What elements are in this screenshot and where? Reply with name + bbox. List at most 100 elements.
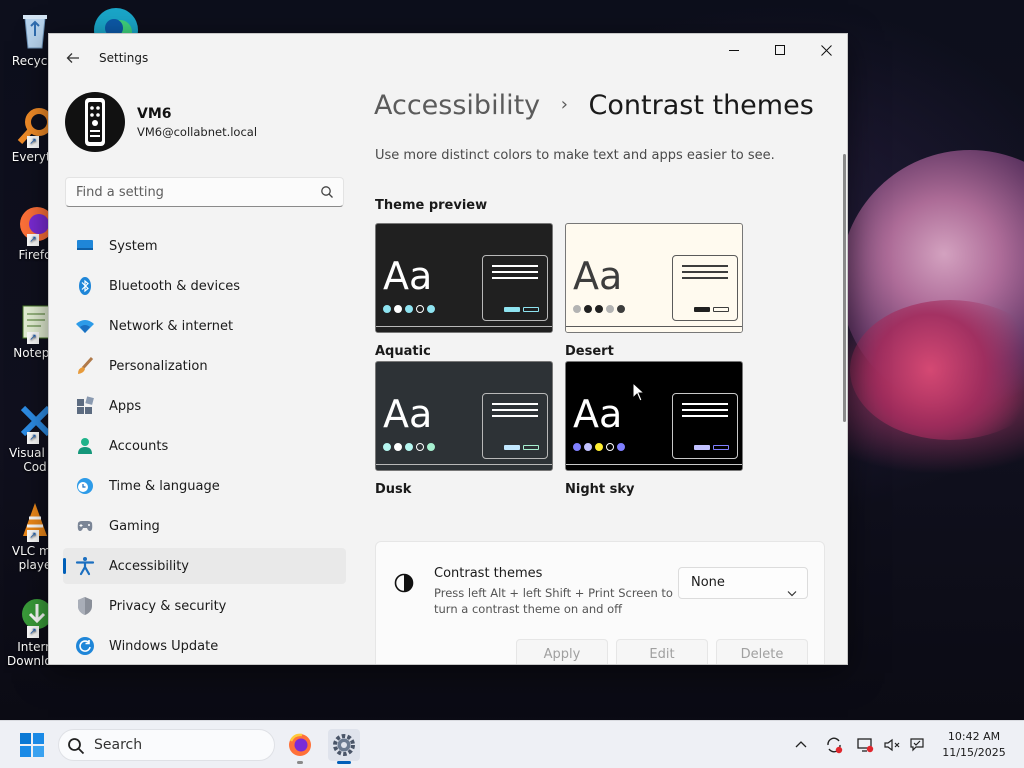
apply-button[interactable]: Apply (516, 639, 608, 664)
taskbar-firefox[interactable] (284, 729, 316, 764)
preview-text-line (492, 409, 538, 411)
color-swatch (416, 305, 424, 313)
chevron-up-icon[interactable] (795, 736, 807, 755)
color-swatch (405, 443, 413, 451)
page-title: Contrast themes (588, 90, 814, 121)
shortcut-arrow-icon: ↗ (27, 332, 39, 344)
sidebar-item-time-language[interactable]: Time & language (63, 468, 346, 504)
active-window-indicator (337, 761, 351, 764)
sidebar-item-label: Gaming (109, 518, 160, 534)
profile-name: VM6 (137, 106, 172, 122)
sidebar-item-system[interactable]: System (63, 228, 346, 264)
sidebar-item-label: Accounts (109, 438, 169, 454)
apps-icon (75, 396, 95, 416)
theme-preview-dusk[interactable]: Aa (375, 361, 553, 471)
close-button[interactable] (803, 34, 847, 66)
notification-chat-icon[interactable] (909, 736, 927, 758)
bluetooth-icon (75, 276, 95, 296)
contrast-theme-selected: None (691, 575, 725, 590)
firefox-icon (289, 733, 311, 756)
volume-muted-icon[interactable] (883, 736, 901, 758)
preview-secondary-button (523, 307, 539, 312)
sidebar-item-label: Privacy & security (109, 598, 227, 614)
taskbar: Search 10:42 AM 11/15/2025 (0, 720, 1024, 768)
preview-taskbar-strip (376, 464, 552, 470)
search-input[interactable] (76, 178, 316, 206)
preview-taskbar-strip (376, 326, 552, 332)
sidebar-item-personalization[interactable]: Personalization (63, 348, 346, 384)
sidebar-item-label: Apps (109, 398, 142, 414)
sidebar-item-apps[interactable]: Apps (63, 388, 346, 424)
network-alert-icon[interactable] (856, 736, 874, 758)
sidebar-item-windows-update[interactable]: Windows Update (63, 628, 346, 664)
theme-color-swatches (573, 305, 625, 313)
preview-text-line (492, 265, 538, 267)
back-button[interactable] (59, 44, 87, 72)
sidebar-item-privacy-security[interactable]: Privacy & security (63, 588, 346, 624)
preview-text-line (682, 271, 728, 273)
theme-preview-aquatic[interactable]: Aa (375, 223, 553, 333)
delete-button[interactable]: Delete (716, 639, 808, 664)
theme-color-swatches (573, 443, 625, 451)
globe-clock-icon (75, 476, 95, 496)
theme-sample-text: Aa (573, 392, 623, 436)
arrow-left-icon (66, 53, 79, 63)
preview-secondary-button (713, 445, 729, 450)
shortcut-arrow-icon: ↗ (27, 136, 39, 148)
taskbar-search[interactable]: Search (58, 729, 275, 761)
theme-name-label: Dusk (375, 482, 412, 497)
page-description: Use more distinct colors to make text an… (375, 148, 775, 163)
search-icon[interactable] (320, 184, 334, 203)
start-button[interactable] (20, 733, 44, 761)
theme-color-swatches (383, 443, 435, 451)
theme-preview-night-sky[interactable]: Aa (565, 361, 743, 471)
color-swatch (394, 305, 402, 313)
edit-button[interactable]: Edit (616, 639, 708, 664)
edge-icon[interactable] (92, 6, 140, 36)
preview-text-line (492, 271, 538, 273)
minimize-icon (729, 50, 739, 51)
theme-window-preview (482, 255, 548, 321)
maximize-button[interactable] (757, 34, 803, 66)
settings-search[interactable] (65, 177, 344, 207)
title-bar[interactable]: Settings (49, 34, 847, 82)
shortcut-arrow-icon: ↗ (27, 432, 39, 444)
gear-icon (333, 734, 355, 756)
shield-icon (75, 596, 95, 616)
preview-text-line (492, 277, 538, 279)
sidebar-item-network-internet[interactable]: Network & internet (63, 308, 346, 344)
shortcut-arrow-icon: ↗ (27, 626, 39, 638)
contrast-themes-description: Press left Alt + left Shift + Print Scre… (434, 586, 673, 616)
color-swatch (617, 443, 625, 451)
contrast-theme-select[interactable]: None (678, 567, 808, 599)
theme-name-label: Desert (565, 344, 614, 359)
wifi-icon (75, 316, 95, 336)
preview-secondary-button (523, 445, 539, 450)
color-swatch (595, 305, 603, 313)
preview-text-line (682, 403, 728, 405)
theme-name-label: Night sky (565, 482, 635, 497)
color-swatch (416, 443, 424, 451)
color-swatch (427, 305, 435, 313)
preview-text-line (682, 277, 728, 279)
taskbar-clock[interactable]: 10:42 AM 11/15/2025 (934, 729, 1014, 761)
theme-sample-text: Aa (383, 392, 433, 436)
sync-alert-icon[interactable] (825, 736, 843, 758)
profile-email: VM6@collabnet.local (137, 125, 258, 139)
sidebar-item-gaming[interactable]: Gaming (63, 508, 346, 544)
settings-window: Settings VM6 VM6@collabnet.local Find a … (48, 33, 848, 665)
minimize-button[interactable] (711, 34, 757, 66)
theme-window-preview (672, 255, 738, 321)
chevron-right-icon: › (560, 94, 568, 115)
chevron-down-icon (787, 579, 797, 609)
taskbar-settings[interactable] (328, 729, 360, 764)
theme-preview-desert[interactable]: Aa (565, 223, 743, 333)
avatar[interactable] (65, 92, 125, 152)
color-swatch (573, 305, 581, 313)
content-scrollbar[interactable] (843, 154, 846, 422)
sidebar-item-accounts[interactable]: Accounts (63, 428, 346, 464)
breadcrumb-parent[interactable]: Accessibility (374, 90, 540, 121)
sidebar-item-bluetooth-devices[interactable]: Bluetooth & devices (63, 268, 346, 304)
preview-text-line (682, 409, 728, 411)
sidebar-item-accessibility[interactable]: Accessibility (63, 548, 346, 584)
